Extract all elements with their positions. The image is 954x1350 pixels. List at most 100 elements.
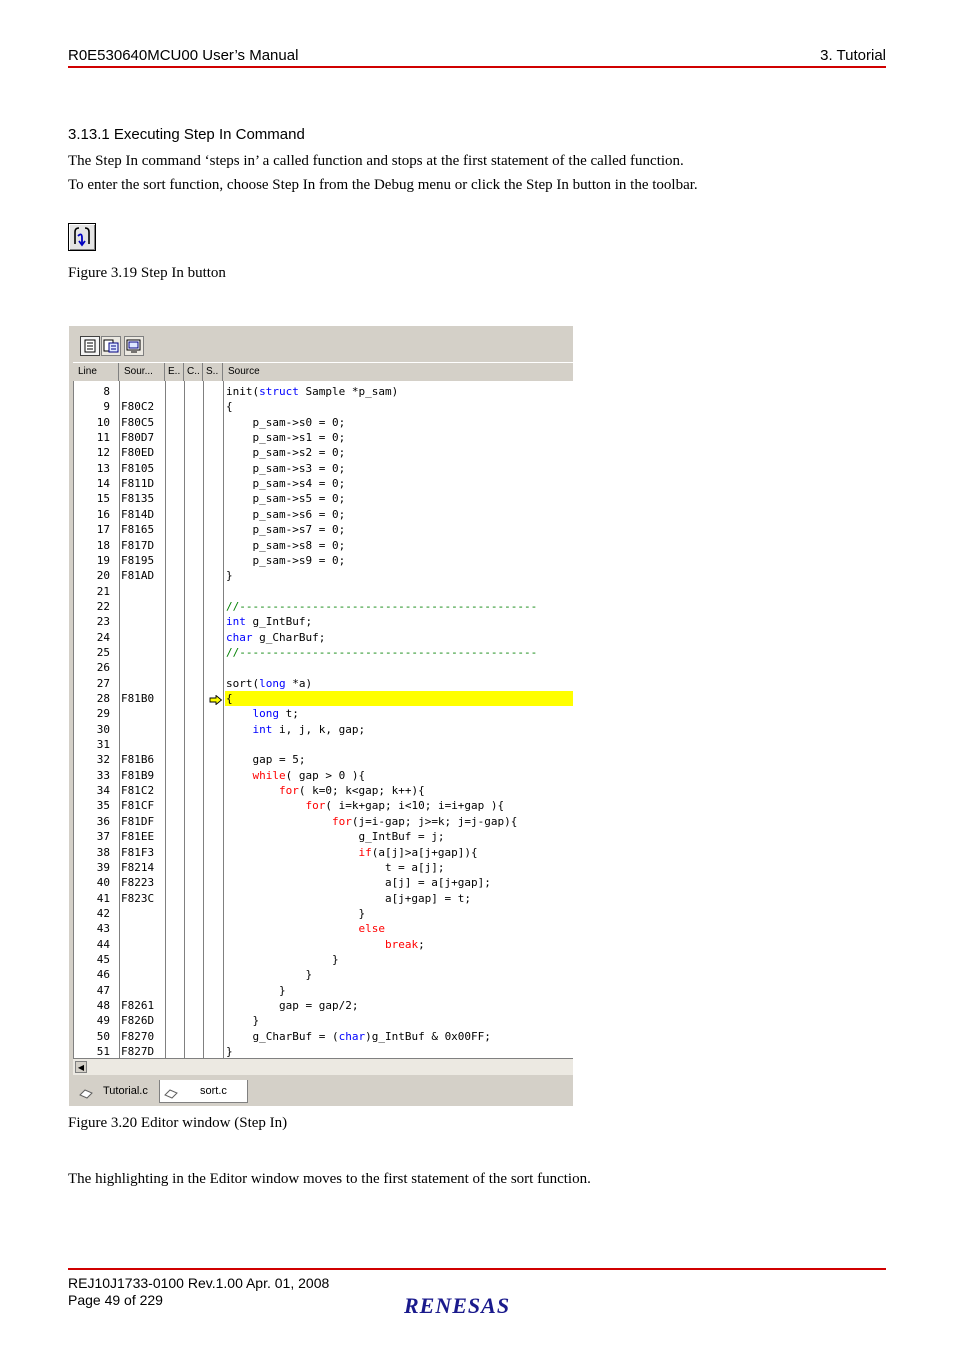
code-line[interactable]: 34 F81C2 for( k=0; k<gap; k++){ bbox=[74, 783, 573, 798]
source-mode-button[interactable] bbox=[80, 336, 100, 356]
code-line[interactable]: 11 F80D7 p_sam->s1 = 0; bbox=[74, 430, 573, 445]
source-text: } bbox=[226, 569, 233, 583]
code-line[interactable]: 41 F823C a[j+gap] = t; bbox=[74, 891, 573, 906]
mixed-mode-button[interactable] bbox=[101, 336, 121, 356]
line-number: 15 bbox=[96, 492, 110, 506]
code-line[interactable]: 18 F817D p_sam->s8 = 0; bbox=[74, 538, 573, 553]
code-line[interactable]: 30 int i, j, k, gap; bbox=[74, 722, 573, 737]
code-line[interactable]: 26 bbox=[74, 660, 573, 675]
line-number: 50 bbox=[96, 1029, 110, 1043]
file-icon bbox=[164, 1085, 178, 1106]
code-line[interactable]: 27 sort(long *a) bbox=[74, 676, 573, 691]
code-line[interactable]: 8 init(struct Sample *p_sam) bbox=[74, 384, 573, 399]
code-line[interactable]: 46 } bbox=[74, 967, 573, 982]
source-address: F81B9 bbox=[121, 768, 155, 782]
code-line[interactable]: 43 else bbox=[74, 921, 573, 936]
code-line[interactable]: 45 } bbox=[74, 952, 573, 967]
line-number: 36 bbox=[96, 814, 110, 828]
line-number: 17 bbox=[96, 523, 110, 537]
column-status[interactable]: S.. bbox=[203, 363, 223, 381]
code-line[interactable]: 48 F8261 gap = gap/2; bbox=[74, 998, 573, 1013]
code-line[interactable]: 9 F80C2 { bbox=[74, 399, 573, 414]
code-line[interactable]: 47 } bbox=[74, 983, 573, 998]
scroll-left-icon[interactable]: ◀ bbox=[75, 1061, 87, 1073]
code-line[interactable]: 12 F80ED p_sam->s2 = 0; bbox=[74, 445, 573, 460]
line-number: 49 bbox=[96, 1014, 110, 1028]
source-text: for(j=i-gap; j>=k; j=j-gap){ bbox=[331, 814, 518, 828]
tab-tutorial-c[interactable]: Tutorial.c bbox=[75, 1080, 159, 1102]
source-address: F81CF bbox=[121, 799, 155, 813]
code-line[interactable]: 31 bbox=[74, 737, 573, 752]
source-text: if(a[j]>a[j+gap]){ bbox=[358, 845, 478, 859]
code-line[interactable]: 13 F8105 p_sam->s3 = 0; bbox=[74, 461, 573, 476]
code-line[interactable]: 42 } bbox=[74, 906, 573, 921]
column-event[interactable]: E.. bbox=[165, 363, 184, 381]
source-text bbox=[225, 737, 573, 752]
renesas-logo: RENESAS bbox=[403, 1292, 554, 1322]
code-line[interactable]: 40 F8223 a[j] = a[j+gap]; bbox=[74, 875, 573, 890]
source-address: F80ED bbox=[121, 446, 155, 460]
code-line[interactable]: 24 char g_CharBuf; bbox=[74, 630, 573, 645]
source-address: F8105 bbox=[121, 461, 155, 475]
source-text: p_sam->s4 = 0; bbox=[226, 477, 346, 491]
line-number: 20 bbox=[96, 569, 110, 583]
code-line[interactable]: 38 F81F3 if(a[j]>a[j+gap]){ bbox=[74, 845, 573, 860]
code-line[interactable]: 15 F8135 p_sam->s5 = 0; bbox=[74, 491, 573, 506]
line-number: 34 bbox=[96, 784, 110, 798]
document-icon bbox=[84, 339, 96, 353]
tab-sort-c[interactable]: sort.c bbox=[159, 1080, 248, 1103]
code-line[interactable]: 32 F81B6 gap = 5; bbox=[74, 752, 573, 767]
line-number: 47 bbox=[96, 983, 110, 997]
source-text: { bbox=[226, 400, 233, 414]
line-number: 33 bbox=[96, 768, 110, 782]
source-text: a[j+gap] = t; bbox=[226, 891, 472, 905]
code-line[interactable]: 50 F8270 g_CharBuf = (char)g_IntBuf & 0x0… bbox=[74, 1029, 573, 1044]
code-line[interactable]: 36 F81DF for(j=i-gap; j>=k; j=j-gap){ bbox=[74, 814, 573, 829]
source-text: { bbox=[225, 691, 573, 706]
step-in-button[interactable] bbox=[68, 223, 96, 251]
source-text: break; bbox=[384, 937, 425, 951]
code-line[interactable]: 37 F81EE g_IntBuf = j; bbox=[74, 829, 573, 844]
source-text: t = a[j]; bbox=[226, 860, 445, 874]
source-address: F81B6 bbox=[121, 753, 155, 767]
horizontal-scrollbar[interactable]: ◀ bbox=[73, 1058, 573, 1075]
code-line[interactable]: 19 F8195 p_sam->s9 = 0; bbox=[74, 553, 573, 568]
column-coverage[interactable]: C.. bbox=[184, 363, 203, 381]
tab-label: sort.c bbox=[200, 1085, 227, 1097]
source-text: int i, j, k, gap; bbox=[252, 722, 366, 736]
line-number: 21 bbox=[96, 584, 110, 598]
code-line[interactable]: 28 F81B0 { bbox=[74, 691, 573, 706]
source-address: F8270 bbox=[121, 1029, 155, 1043]
program-counter-arrow-icon bbox=[209, 694, 223, 706]
column-source[interactable]: Source bbox=[223, 363, 573, 381]
source-address: F823C bbox=[121, 891, 155, 905]
disassembly-mode-button[interactable] bbox=[124, 336, 144, 356]
code-line[interactable]: 25 //------------------------------------… bbox=[74, 645, 573, 660]
column-line[interactable]: Line bbox=[73, 363, 119, 381]
line-number: 22 bbox=[96, 599, 110, 613]
code-line[interactable]: 16 F814D p_sam->s6 = 0; bbox=[74, 507, 573, 522]
line-number: 10 bbox=[96, 415, 110, 429]
source-text: int g_IntBuf; bbox=[226, 615, 313, 629]
code-line[interactable]: 21 bbox=[74, 584, 573, 599]
code-line[interactable]: 35 F81CF for( i=k+gap; i<10; i=i+gap ){ bbox=[74, 798, 573, 813]
figure-3-20-caption: Figure 3.20 Editor window (Step In) bbox=[68, 1115, 288, 1131]
code-line[interactable]: 49 F826D } bbox=[74, 1013, 573, 1028]
section-title: 3.13.1 Executing Step In Command bbox=[68, 126, 305, 143]
source-address: F827D bbox=[121, 1045, 155, 1059]
code-line[interactable]: 14 F811D p_sam->s4 = 0; bbox=[74, 476, 573, 491]
code-line[interactable]: 22 //------------------------------------… bbox=[74, 599, 573, 614]
column-source-address[interactable]: Sour... bbox=[119, 363, 165, 381]
code-line[interactable]: 39 F8214 t = a[j]; bbox=[74, 860, 573, 875]
source-code-area[interactable]: 8 init(struct Sample *p_sam) 9 F80C2 {10 F80C… bbox=[73, 381, 573, 1058]
code-line[interactable]: 44 break; bbox=[74, 937, 573, 952]
source-text: p_sam->s8 = 0; bbox=[226, 538, 346, 552]
code-line[interactable]: 29 long t; bbox=[74, 706, 573, 721]
code-line[interactable]: 17 F8165 p_sam->s7 = 0; bbox=[74, 522, 573, 537]
code-line[interactable]: 23 int g_IntBuf; bbox=[74, 614, 573, 629]
line-number: 51 bbox=[96, 1045, 110, 1059]
code-line[interactable]: 33 F81B9 while( gap > 0 ){ bbox=[74, 768, 573, 783]
line-number: 30 bbox=[96, 722, 110, 736]
code-line[interactable]: 10 F80C5 p_sam->s0 = 0; bbox=[74, 415, 573, 430]
code-line[interactable]: 20 F81AD} bbox=[74, 568, 573, 583]
